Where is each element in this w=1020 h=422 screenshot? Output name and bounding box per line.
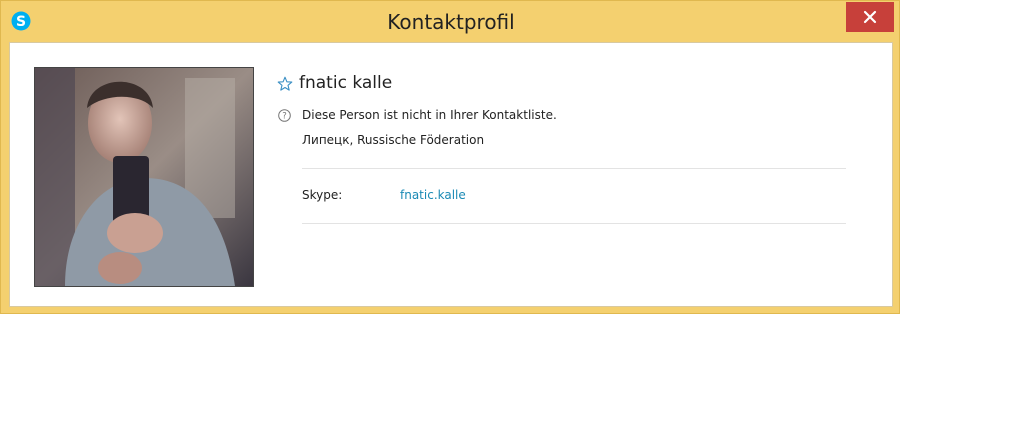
skype-field-label: Skype:: [302, 188, 343, 202]
avatar: [34, 67, 254, 287]
title-bar[interactable]: S Kontaktprofil: [1, 1, 901, 41]
contact-status-text: Diese Person ist nicht in Ihrer Kontaktl…: [302, 108, 557, 122]
contact-location: Липецк, Russische Föderation: [302, 133, 485, 147]
window-title: Kontaktprofil: [387, 10, 515, 34]
avatar-photo: [35, 68, 253, 286]
profile-panel: fnatic kalle ? Diese Person ist nicht in…: [9, 42, 893, 307]
skype-id-link[interactable]: fnatic.kalle: [400, 188, 466, 202]
close-button[interactable]: [846, 2, 894, 32]
favorite-star-icon[interactable]: [277, 76, 293, 92]
contact-profile-window: S Kontaktprofil fnatic kalle ? Diese Per…: [0, 0, 900, 314]
close-icon: [863, 10, 877, 24]
divider-top: [302, 168, 846, 169]
divider-bottom: [302, 223, 846, 224]
help-circle-icon: ?: [278, 109, 291, 122]
svg-text:?: ?: [282, 112, 287, 122]
contact-name: fnatic kalle: [299, 73, 393, 93]
